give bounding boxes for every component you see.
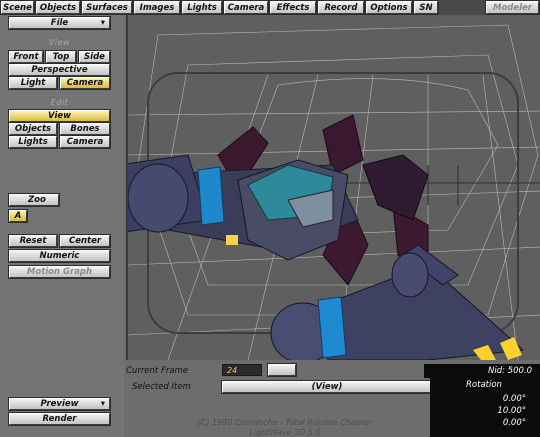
zoom-a-button[interactable]: A <box>8 209 28 223</box>
file-menu-button[interactable]: File ▾ <box>8 16 111 30</box>
tab-images[interactable]: Images <box>133 0 181 15</box>
view-perspective-button[interactable]: Perspective <box>8 63 111 77</box>
rotation-heading: 0.00° <box>502 394 526 404</box>
rotation-readout: Rotation 0.00° 10.00° 0.00° <box>430 378 540 437</box>
copyright-text: (C) 1990 Comanche - Total Rumble Chapter <box>197 418 373 427</box>
chevron-down-icon: ▾ <box>100 399 105 409</box>
view-section-label: View <box>48 38 71 47</box>
file-menu-label: File <box>50 18 69 28</box>
spaceship-model <box>128 114 525 360</box>
rotation-pitch: 10.00° <box>497 406 526 416</box>
tab-objects[interactable]: Objects <box>35 0 81 15</box>
edit-section-label: Edit <box>50 98 69 107</box>
selected-item-dropdown[interactable]: (View) <box>221 380 433 394</box>
view-light-button[interactable]: Light <box>8 76 58 90</box>
tab-record[interactable]: Record <box>317 0 365 15</box>
edit-bones-button[interactable]: Bones <box>59 122 111 136</box>
view-camera-button[interactable]: Camera <box>59 76 111 90</box>
zoom-button[interactable]: Zoo <box>8 193 60 207</box>
grid-size-readout: Nid: 500.0 <box>424 364 540 378</box>
tab-effects[interactable]: Effects <box>269 0 317 15</box>
tab-scene[interactable]: Scene <box>0 0 35 15</box>
chevron-down-icon: ▾ <box>100 18 105 28</box>
rotation-label: Rotation <box>466 380 502 390</box>
center-button[interactable]: Center <box>59 234 111 248</box>
frame-slider-knob[interactable] <box>267 363 297 377</box>
preview-menu-button[interactable]: Preview ▾ <box>8 397 111 411</box>
numeric-button[interactable]: Numeric <box>8 249 111 263</box>
rotation-bank: 0.00° <box>502 418 526 428</box>
view-front-button[interactable]: Front <box>8 50 44 64</box>
edit-view-button[interactable]: View <box>8 109 111 123</box>
edit-lights-button[interactable]: Lights <box>8 135 58 149</box>
edit-camera-button[interactable]: Camera <box>59 135 111 149</box>
version-text: LightWave 3D 5.0 <box>249 428 321 437</box>
tab-surfaces[interactable]: Surfaces <box>81 0 133 15</box>
view-side-button[interactable]: Side <box>78 50 111 64</box>
current-frame-field[interactable]: 24 <box>222 364 262 376</box>
edit-objects-button[interactable]: Objects <box>8 122 58 136</box>
render-button[interactable]: Render <box>8 412 111 426</box>
current-frame-label: Current Frame <box>126 366 189 376</box>
modeler-button[interactable]: Modeler <box>485 0 540 15</box>
selected-item-label: Selected Item <box>132 382 191 392</box>
preview-label: Preview <box>40 399 79 409</box>
view-top-button[interactable]: Top <box>45 50 77 64</box>
tab-options[interactable]: Options <box>365 0 413 15</box>
tab-lights[interactable]: Lights <box>181 0 223 15</box>
reset-button[interactable]: Reset <box>8 234 58 248</box>
main-tab-bar: Scene Objects Surfaces Images Lights Cam… <box>0 0 540 15</box>
scene-render <box>128 24 540 360</box>
tab-camera[interactable]: Camera <box>223 0 269 15</box>
layout-viewport[interactable] <box>126 15 540 360</box>
motion-graph-button[interactable]: Motion Graph <box>8 265 111 279</box>
tab-sn[interactable]: SN <box>413 0 439 15</box>
